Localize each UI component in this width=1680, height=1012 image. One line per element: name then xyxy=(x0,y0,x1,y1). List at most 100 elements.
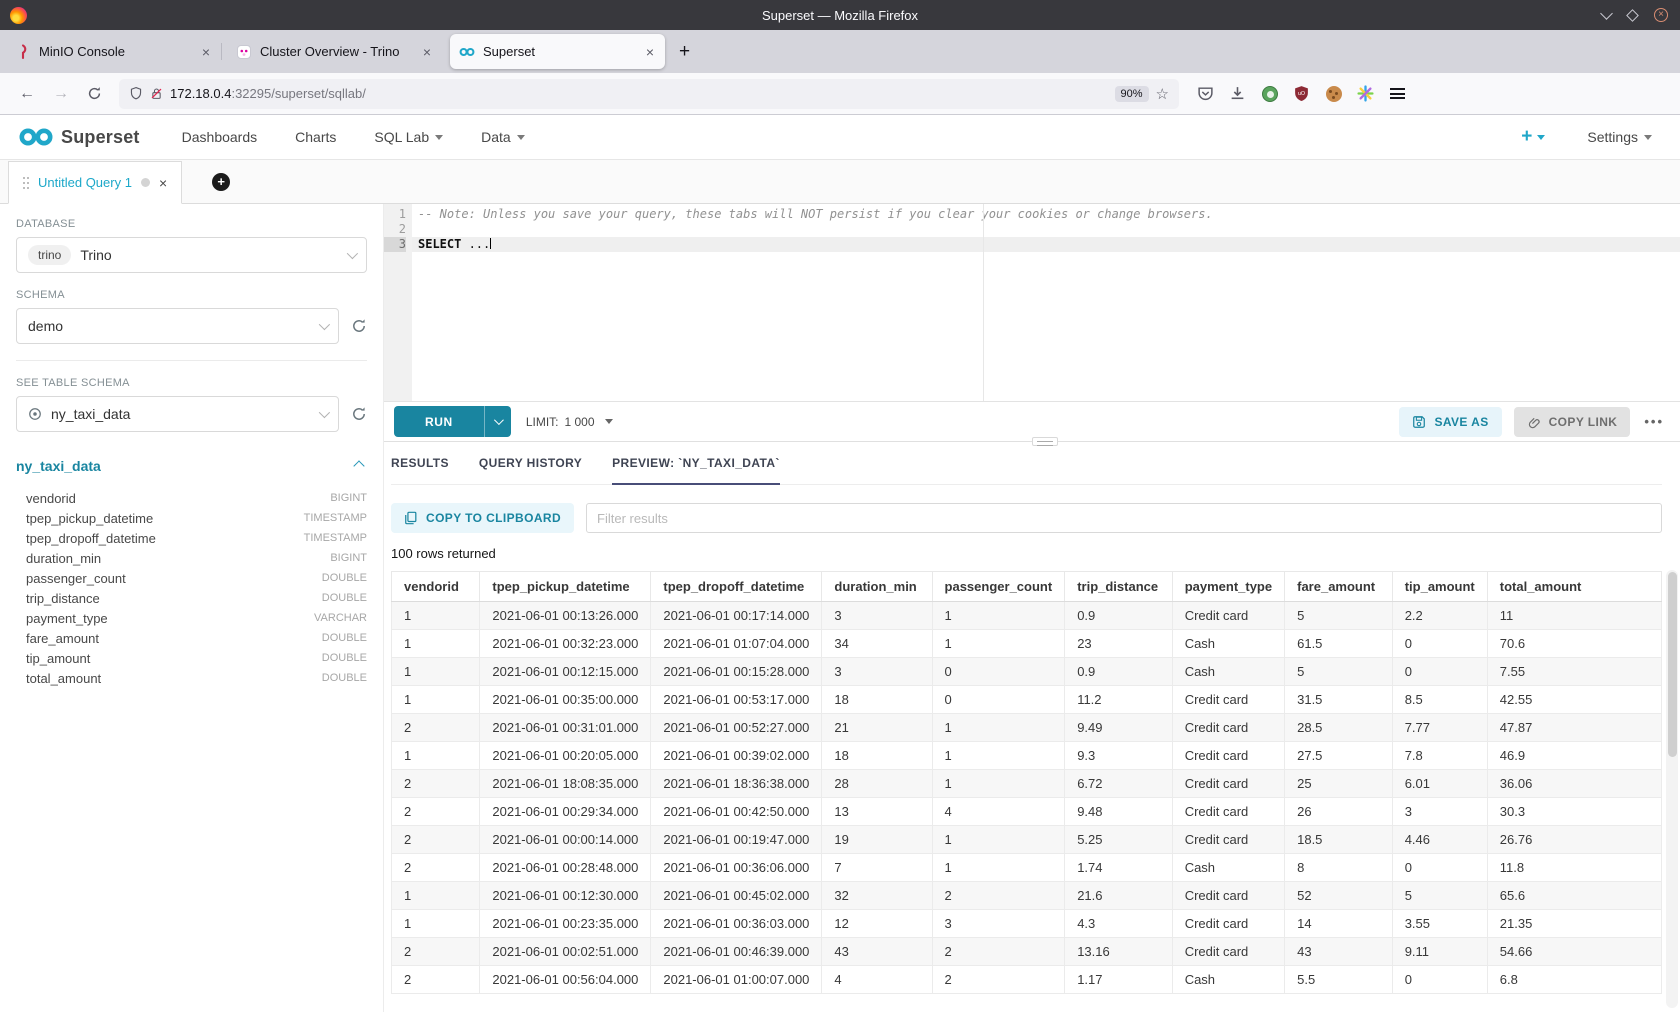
zoom-level-badge[interactable]: 90% xyxy=(1115,86,1149,102)
insecure-lock-icon[interactable] xyxy=(150,86,163,101)
table-cell: 2021-06-01 00:32:23.000 xyxy=(480,630,651,658)
refresh-table-icon[interactable] xyxy=(351,406,367,422)
column-header[interactable]: payment_type xyxy=(1172,572,1284,602)
table-row[interactable]: 22021-06-01 00:56:04.0002021-06-01 01:00… xyxy=(392,966,1662,994)
window-close-icon[interactable]: × xyxy=(1654,8,1668,22)
table-column-row[interactable]: tpep_pickup_datetimeTIMESTAMP xyxy=(16,508,367,528)
url-text[interactable]: 172.18.0.4:32295/superset/sqllab/ xyxy=(170,86,1108,101)
tab-manager-extension-icon[interactable] xyxy=(1357,85,1374,102)
window-maximize-icon[interactable] xyxy=(1626,9,1639,22)
run-button-label[interactable]: RUN xyxy=(394,406,484,437)
cookie-extension-icon[interactable] xyxy=(1325,85,1342,102)
copy-to-clipboard-button[interactable]: COPY TO CLIPBOARD xyxy=(391,503,574,533)
chevron-down-icon xyxy=(435,135,443,140)
table-column-row[interactable]: trip_distanceDOUBLE xyxy=(16,588,367,608)
drag-handle-icon[interactable] xyxy=(23,176,29,190)
browser-tab-trino[interactable]: Cluster Overview - Trino × xyxy=(227,34,442,69)
browser-tab-minio[interactable]: MinIO Console × xyxy=(6,34,221,69)
limit-dropdown[interactable]: LIMIT: 1 000 xyxy=(526,415,613,429)
table-row[interactable]: 22021-06-01 00:00:14.0002021-06-01 00:19… xyxy=(392,826,1662,854)
table-cell: 5.5 xyxy=(1285,966,1393,994)
results-tab-results[interactable]: RESULTS xyxy=(391,456,449,484)
table-row[interactable]: 12021-06-01 00:20:05.0002021-06-01 00:39… xyxy=(392,742,1662,770)
bookmark-star-icon[interactable]: ☆ xyxy=(1156,85,1169,103)
browser-tab-superset[interactable]: Superset × xyxy=(450,34,665,69)
nav-item-sql-lab[interactable]: SQL Lab xyxy=(374,129,443,145)
table-cell: 1 xyxy=(932,602,1065,630)
table-column-row[interactable]: duration_minBIGINT xyxy=(16,548,367,568)
downloads-icon[interactable] xyxy=(1229,85,1246,102)
table-row[interactable]: 12021-06-01 00:12:15.0002021-06-01 00:15… xyxy=(392,658,1662,686)
run-options-button[interactable] xyxy=(484,406,511,437)
refresh-schema-icon[interactable] xyxy=(351,318,367,334)
collapse-table-icon[interactable] xyxy=(353,460,364,471)
schema-select[interactable]: demo xyxy=(16,308,339,344)
column-header[interactable]: tpep_dropoff_datetime xyxy=(651,572,822,602)
superset-brand[interactable]: Superset xyxy=(18,127,140,148)
copy-link-button[interactable]: COPY LINK xyxy=(1514,407,1631,437)
tab-close-icon[interactable]: × xyxy=(421,44,433,60)
more-options-button[interactable]: ••• xyxy=(1644,414,1664,429)
results-tab-query-history[interactable]: QUERY HISTORY xyxy=(479,456,582,484)
sql-comment: -- Note: Unless you save your query, the… xyxy=(418,207,1213,221)
table-row[interactable]: 12021-06-01 00:23:35.0002021-06-01 00:36… xyxy=(392,910,1662,938)
run-button[interactable]: RUN xyxy=(394,406,511,437)
column-header[interactable]: vendorid xyxy=(392,572,480,602)
add-query-tab-button[interactable]: + xyxy=(212,173,230,191)
query-tab-active[interactable]: Untitled Query 1 × xyxy=(8,161,182,204)
table-row[interactable]: 22021-06-01 00:31:01.0002021-06-01 00:52… xyxy=(392,714,1662,742)
editor-content[interactable]: -- Note: Unless you save your query, the… xyxy=(412,204,1680,401)
table-column-row[interactable]: payment_typeVARCHAR xyxy=(16,608,367,628)
table-row[interactable]: 12021-06-01 00:13:26.0002021-06-01 00:17… xyxy=(392,602,1662,630)
add-new-menu[interactable]: + xyxy=(1521,126,1545,148)
sql-editor[interactable]: 1 2 3 -- Note: Unless you save your quer… xyxy=(384,204,1680,402)
url-bar[interactable]: 172.18.0.4:32295/superset/sqllab/ 90% ☆ xyxy=(119,79,1179,109)
scrollbar-thumb[interactable] xyxy=(1668,572,1677,757)
back-icon[interactable]: ← xyxy=(10,85,44,103)
table-column-row[interactable]: tpep_dropoff_datetimeTIMESTAMP xyxy=(16,528,367,548)
table-row[interactable]: 22021-06-01 00:28:48.0002021-06-01 00:36… xyxy=(392,854,1662,882)
table-column-row[interactable]: tip_amountDOUBLE xyxy=(16,648,367,668)
table-row[interactable]: 22021-06-01 00:29:34.0002021-06-01 00:42… xyxy=(392,798,1662,826)
pocket-icon[interactable] xyxy=(1197,85,1214,102)
table-row[interactable]: 12021-06-01 00:35:00.0002021-06-01 00:53… xyxy=(392,686,1662,714)
column-header[interactable]: passenger_count xyxy=(932,572,1065,602)
table-column-row[interactable]: total_amountDOUBLE xyxy=(16,668,367,688)
save-as-button[interactable]: SAVE AS xyxy=(1399,407,1501,437)
results-scrollbar[interactable] xyxy=(1666,570,1678,1008)
table-row[interactable]: 12021-06-01 00:32:23.0002021-06-01 01:07… xyxy=(392,630,1662,658)
new-tab-button[interactable]: + xyxy=(679,41,690,63)
table-column-row[interactable]: fare_amountDOUBLE xyxy=(16,628,367,648)
table-row[interactable]: 22021-06-01 18:08:35.0002021-06-01 18:36… xyxy=(392,770,1662,798)
column-header[interactable]: tpep_pickup_datetime xyxy=(480,572,651,602)
column-header[interactable]: fare_amount xyxy=(1285,572,1393,602)
table-schema-heading[interactable]: ny_taxi_data xyxy=(16,458,101,474)
column-header[interactable]: trip_distance xyxy=(1065,572,1173,602)
filter-results-input[interactable] xyxy=(586,503,1662,533)
table-row[interactable]: 12021-06-01 00:12:30.0002021-06-01 00:45… xyxy=(392,882,1662,910)
table-cell: 7.8 xyxy=(1392,742,1487,770)
nav-item-data[interactable]: Data xyxy=(481,129,525,145)
nav-item-dashboards[interactable]: Dashboards xyxy=(182,129,258,145)
tab-close-icon[interactable]: × xyxy=(200,44,212,60)
table-column-row[interactable]: vendoridBIGINT xyxy=(16,488,367,508)
tracking-shield-icon[interactable] xyxy=(129,86,143,101)
column-header[interactable]: duration_min xyxy=(822,572,932,602)
column-header[interactable]: total_amount xyxy=(1487,572,1661,602)
table-row[interactable]: 22021-06-01 00:02:51.0002021-06-01 00:46… xyxy=(392,938,1662,966)
column-header[interactable]: tip_amount xyxy=(1392,572,1487,602)
database-select[interactable]: trino Trino xyxy=(16,237,367,273)
nav-item-charts[interactable]: Charts xyxy=(295,129,336,145)
reload-icon[interactable] xyxy=(87,86,102,101)
tab-close-icon[interactable]: × xyxy=(644,44,656,60)
forward-icon[interactable]: → xyxy=(44,85,78,103)
results-tab-preview[interactable]: PREVIEW: `NY_TAXI_DATA` xyxy=(612,456,780,485)
table-select[interactable]: ny_taxi_data xyxy=(16,396,339,432)
window-shade-icon[interactable] xyxy=(1600,7,1613,20)
settings-menu[interactable]: Settings xyxy=(1587,129,1652,145)
ublock-extension-icon[interactable]: uO xyxy=(1293,85,1310,102)
table-column-row[interactable]: passenger_countDOUBLE xyxy=(16,568,367,588)
query-tab-close-icon[interactable]: × xyxy=(159,175,167,191)
greasemonkey-extension-icon[interactable] xyxy=(1261,85,1278,102)
menu-icon[interactable] xyxy=(1389,85,1406,102)
